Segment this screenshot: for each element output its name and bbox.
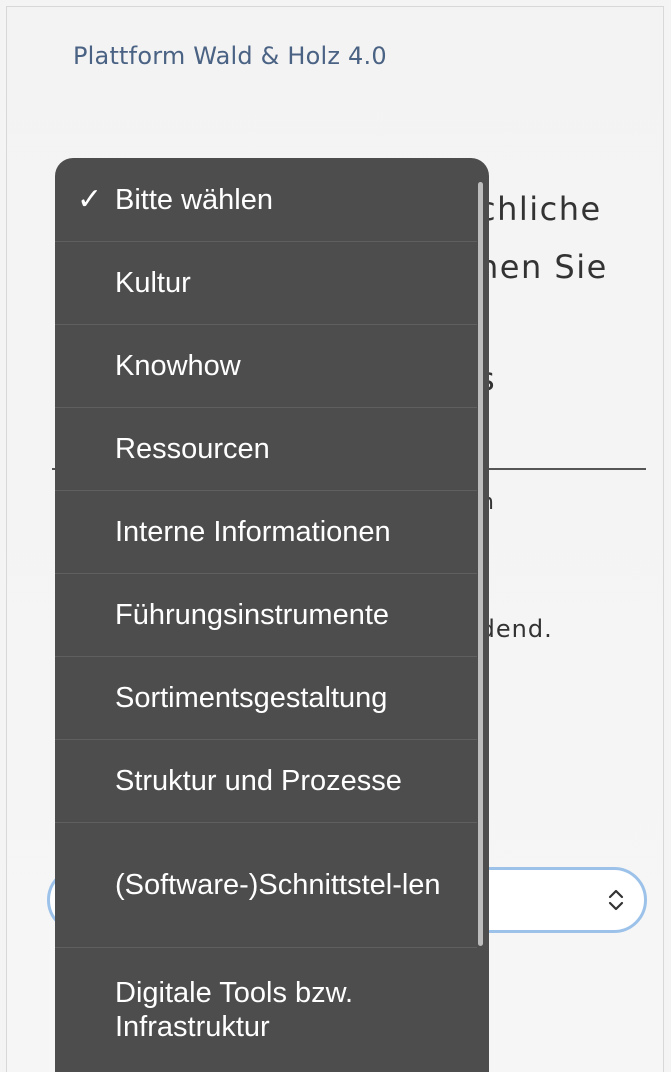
menu-item-label: (Software-)Schnittstel-len — [115, 869, 441, 901]
dropdown-scrollbar[interactable] — [478, 182, 483, 946]
menu-item-label: Kultur — [115, 267, 191, 299]
menu-item-bitte-waehlen[interactable]: ✓ Bitte wählen — [55, 158, 477, 241]
menu-item-interne-informationen[interactable]: Interne Informationen — [55, 491, 477, 573]
checkmark-icon: ✓ — [77, 182, 103, 216]
select-dropdown-menu: ✓ Bitte wählen Kultur Knowhow Ressourcen… — [55, 158, 489, 1072]
updown-chevron-icon — [608, 889, 624, 911]
menu-item-label: Knowhow — [115, 350, 241, 382]
menu-item-software-schnittstellen[interactable]: (Software-)Schnittstel-len — [55, 823, 477, 947]
menu-item-label: Bitte wählen — [115, 183, 273, 216]
menu-item-digitale-tools[interactable]: Digitale Tools bzw. Infrastruktur — [55, 948, 477, 1072]
background-text-line: hen Sie — [478, 248, 608, 286]
site-title: Plattform Wald & Holz 4.0 — [73, 42, 387, 70]
menu-item-label: Führungsinstrumente — [115, 599, 390, 631]
background-text-line: chliche — [478, 190, 602, 228]
menu-item-label: Ressourcen — [115, 433, 270, 465]
menu-item-label: Struktur und Prozesse — [115, 765, 402, 797]
menu-item-ressourcen[interactable]: Ressourcen — [55, 408, 477, 490]
menu-item-fuehrungsinstrumente[interactable]: Führungsinstrumente — [55, 574, 477, 656]
menu-item-struktur-und-prozesse[interactable]: Struktur und Prozesse — [55, 740, 477, 822]
menu-item-kultur[interactable]: Kultur — [55, 242, 477, 324]
menu-item-sortimentsgestaltung[interactable]: Sortimentsgestaltung — [55, 657, 477, 739]
menu-item-label: Digitale Tools bzw. Infrastruktur — [115, 977, 354, 1043]
page-background: Plattform Wald & Holz 4.0 chliche hen Si… — [0, 0, 671, 1072]
menu-item-label: Sortimentsgestaltung — [115, 682, 388, 714]
menu-item-label: Interne Informationen — [115, 516, 391, 548]
menu-item-knowhow[interactable]: Knowhow — [55, 325, 477, 407]
